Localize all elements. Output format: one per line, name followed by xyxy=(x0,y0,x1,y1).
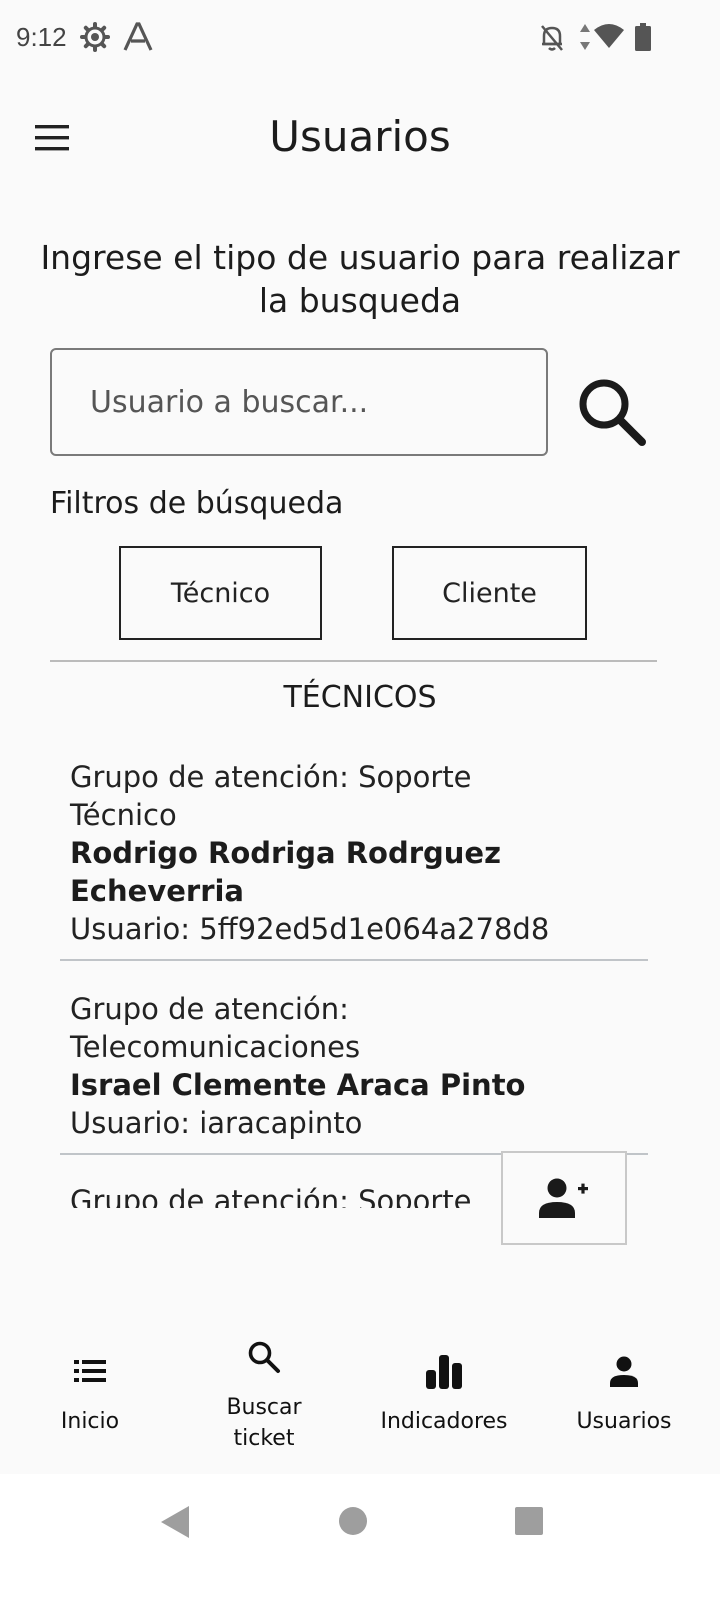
back-button[interactable] xyxy=(158,1504,192,1544)
divider xyxy=(50,660,657,662)
font-a-icon xyxy=(123,22,153,56)
filter-cliente-button[interactable]: Cliente xyxy=(392,546,587,640)
technician-card[interactable]: Grupo de atención: Soporte Técnico Rodri… xyxy=(60,758,648,948)
data-arrows-icon xyxy=(578,22,592,56)
nav-label: Usuarios xyxy=(576,1409,672,1434)
nav-indicadores[interactable]: Indicadores xyxy=(354,1316,534,1474)
recents-icon xyxy=(515,1507,543,1535)
battery-icon xyxy=(633,22,653,56)
notifications-off-icon xyxy=(539,22,565,56)
search-icon xyxy=(174,1340,354,1374)
status-bar: 9:12 xyxy=(0,0,720,78)
nav-label-cont: ticket xyxy=(233,1426,295,1451)
search-button[interactable] xyxy=(574,374,650,450)
nav-usuarios[interactable]: Usuarios xyxy=(534,1316,714,1474)
technician-username: Usuario: 5ff92ed5d1e064a278d8 xyxy=(70,912,550,946)
nav-label: Inicio xyxy=(60,1409,120,1434)
nav-label: Buscar xyxy=(226,1395,302,1420)
back-icon xyxy=(161,1506,189,1538)
technician-name: Rodrigo Rodriga Rodrguez xyxy=(70,836,501,870)
page-title: Usuarios xyxy=(269,112,451,161)
search-input[interactable] xyxy=(50,348,548,456)
technician-card[interactable]: Grupo de atención: Telecomunicaciones Is… xyxy=(60,990,648,1142)
home-icon xyxy=(339,1507,367,1535)
group-label-cont: Técnico xyxy=(70,798,177,832)
list-icon xyxy=(0,1358,180,1384)
wifi-icon xyxy=(593,22,625,54)
filter-tecnico-button[interactable]: Técnico xyxy=(119,546,322,640)
settings-gear-icon xyxy=(80,22,110,56)
technician-name: Israel Clemente Araca Pinto xyxy=(70,1068,526,1102)
nav-inicio[interactable]: Inicio xyxy=(0,1316,180,1474)
group-label: Grupo de atención: Soporte xyxy=(70,760,472,794)
section-title: TÉCNICOS xyxy=(283,680,437,715)
person-icon xyxy=(534,1356,714,1388)
nav-buscar-ticket[interactable]: Buscar ticket xyxy=(174,1316,354,1474)
nav-label: Indicadores xyxy=(380,1409,508,1434)
technician-username: Usuario: iaracapinto xyxy=(70,1106,363,1140)
status-time: 9:12 xyxy=(16,22,67,52)
card-divider xyxy=(60,959,648,961)
search-prompt: Ingrese el tipo de usuario para realizar… xyxy=(40,238,680,320)
recents-button[interactable] xyxy=(514,1506,544,1540)
bar-chart-icon xyxy=(354,1354,534,1390)
filters-title: Filtros de búsqueda xyxy=(50,486,344,521)
bottom-navigation: Inicio Buscar ticket Indicadores Usuario… xyxy=(0,1316,720,1474)
group-label: Grupo de atención: xyxy=(70,992,349,1026)
add-user-icon xyxy=(539,1178,588,1218)
add-user-button[interactable] xyxy=(501,1151,627,1245)
search-icon xyxy=(579,379,646,446)
app-bar: Usuarios xyxy=(0,90,720,186)
technician-list[interactable]: Grupo de atención: Soporte Técnico Rodri… xyxy=(0,742,720,1208)
group-label-cont: Telecomunicaciones xyxy=(70,1030,361,1064)
system-navigation-bar xyxy=(0,1474,720,1600)
home-button[interactable] xyxy=(338,1506,368,1540)
technician-name-cont: Echeverria xyxy=(70,874,244,908)
